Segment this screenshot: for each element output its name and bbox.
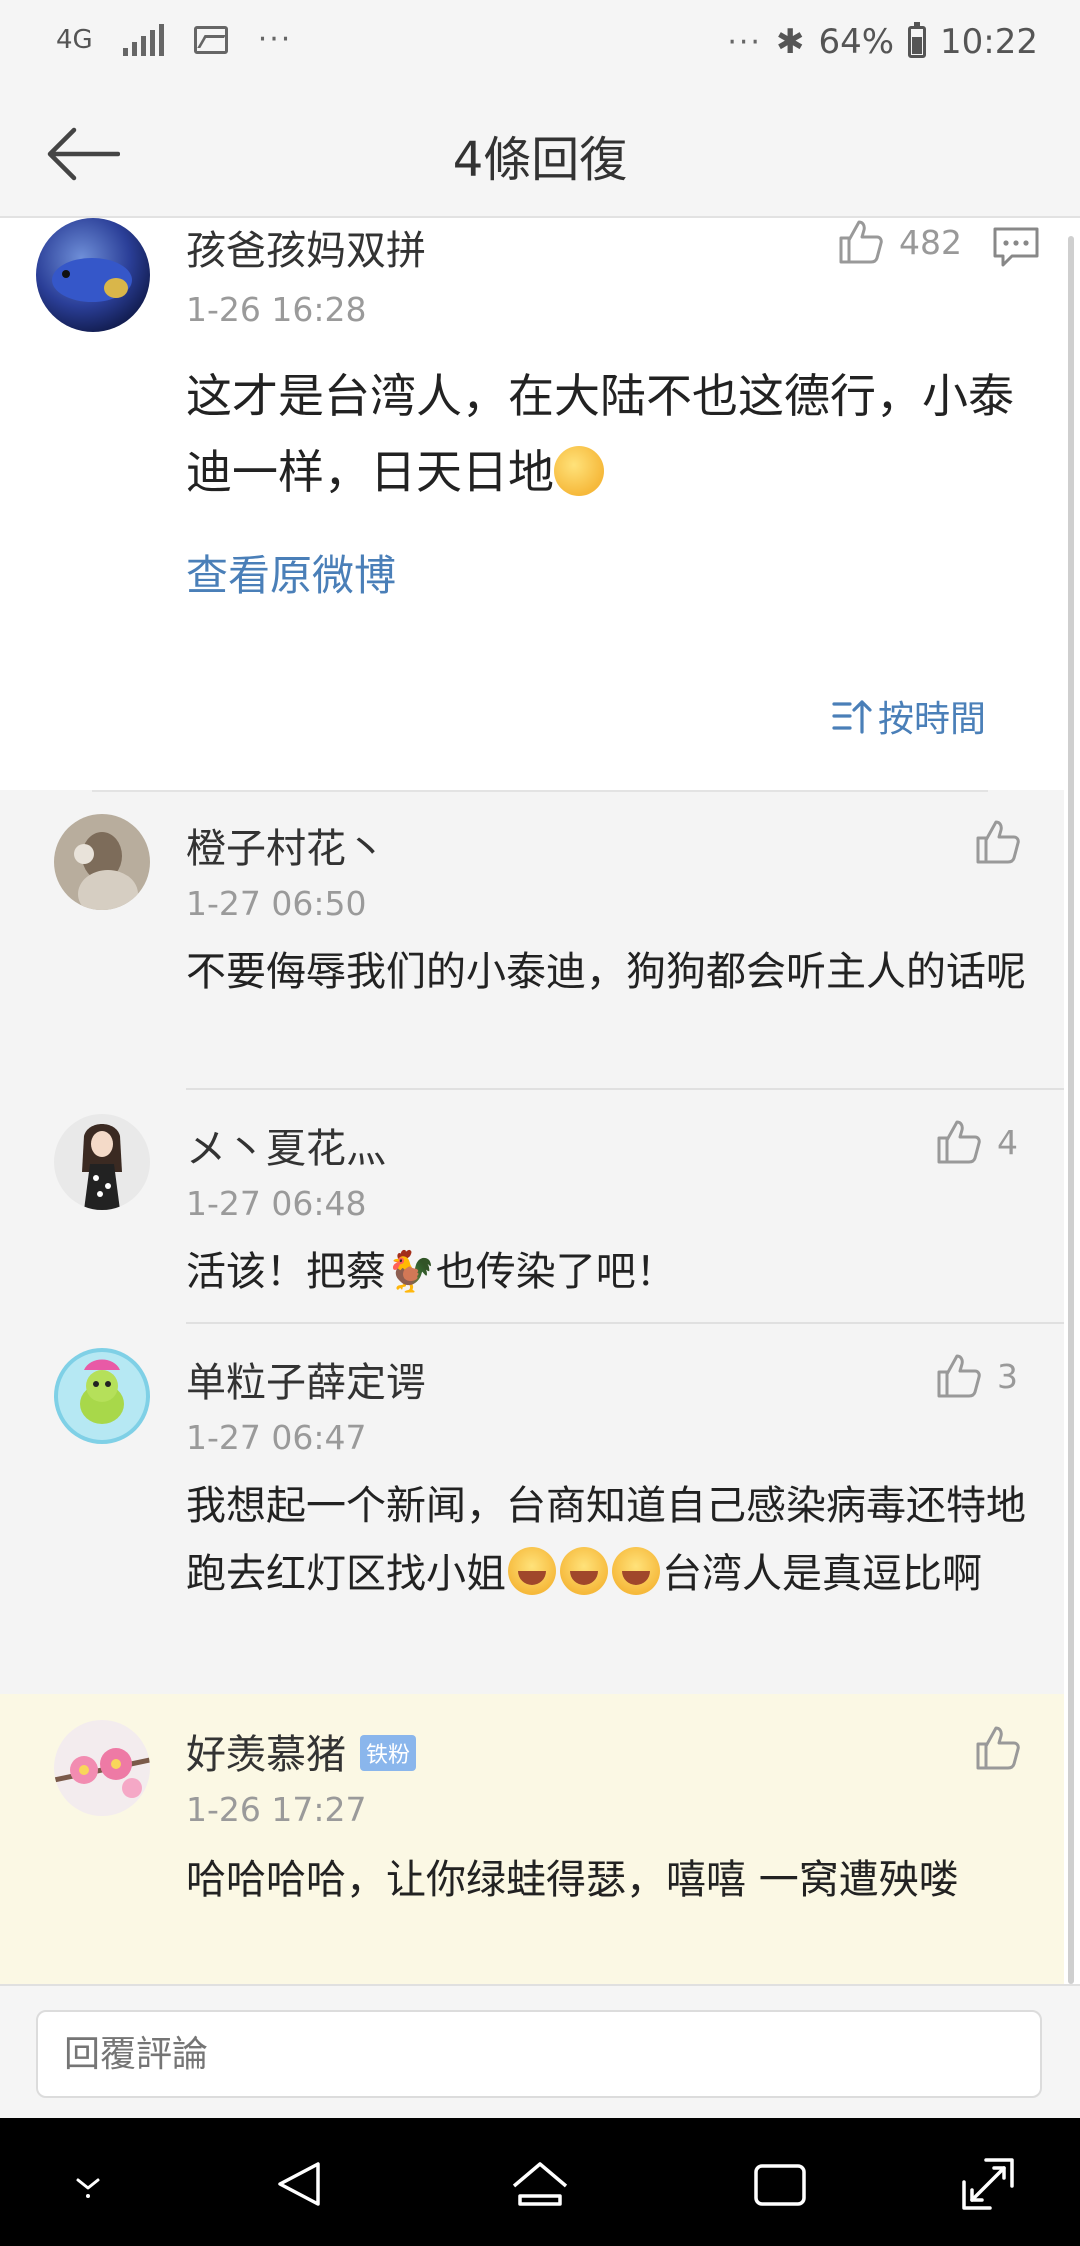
reply-text: 活该！把蔡🐓也传染了吧！ — [186, 1238, 1036, 1306]
battery-percent: 64% — [818, 22, 895, 62]
avatar-image — [54, 814, 150, 910]
like-button[interactable]: 482 — [837, 218, 962, 266]
reply-time: 1-27 06:50 — [186, 884, 367, 923]
avatar-image — [54, 1720, 150, 1816]
avatar[interactable] — [54, 814, 150, 910]
laugh-cry-emoji — [508, 1547, 556, 1595]
reply-text: 不要侮辱我们的小泰迪，狗狗都会听主人的话呢 — [186, 949, 1026, 995]
avatar[interactable] — [54, 1348, 150, 1444]
avatar-image — [54, 1114, 150, 1210]
list-item: 好羡慕猪 铁粉 1-26 17:27 哈哈哈哈，让你绿蛙得瑟，嘻嘻 一窝遭殃喽 — [0, 1694, 1064, 1984]
nav-header: 4條回復 — [0, 90, 1080, 218]
more-status: ··· — [727, 24, 762, 60]
comment-text: 这才是台湾人，在大陆不也这德行，小泰迪一样，日天日地 — [186, 358, 1016, 510]
avatar-image — [54, 1348, 150, 1444]
signal-icon — [122, 23, 164, 56]
like-count: 482 — [899, 222, 962, 262]
avatar[interactable] — [54, 1720, 150, 1816]
status-bar: 4G ··· ··· ✱ 64% 10:22 — [0, 0, 1080, 90]
thumbs-up-icon — [976, 820, 1020, 864]
thumbs-up-icon — [839, 220, 883, 264]
home-nav-icon[interactable] — [508, 2152, 572, 2216]
reply-text: 我想起一个新闻，台商知道自己感染病毒还特地跑去红灯区找小姐 台湾人是真逗比啊 — [186, 1472, 1036, 1608]
like-button[interactable]: 3 — [935, 1352, 1018, 1400]
giggle-emoji — [554, 446, 604, 496]
fan-badge: 铁粉 — [360, 1735, 417, 1771]
status-left: 4G ··· — [56, 22, 292, 57]
hide-keyboard-icon[interactable] — [56, 2152, 120, 2216]
status-right: ··· ✱ 64% 10:22 — [727, 22, 1038, 62]
network-type: 4G — [56, 24, 93, 55]
sort-label: 按時間 — [877, 699, 986, 740]
reply-time: 1-27 06:47 — [186, 1418, 367, 1457]
sort-icon — [832, 700, 872, 734]
system-navigation-bar — [0, 2118, 1080, 2246]
avatar-image — [36, 218, 150, 332]
reply-input[interactable] — [36, 2010, 1042, 2098]
reply-username[interactable]: メ丶夏花灬 — [186, 1116, 386, 1174]
list-item: 橙子村花丶 1-27 06:50 不要侮辱我们的小泰迪，狗狗都会听主人的话呢 — [0, 790, 1064, 1090]
list-item: 单粒子薛定谔 1-27 06:47 3 我想起一个新闻，台商知道自己感染病毒还特… — [0, 1324, 1064, 1684]
laugh-cry-emoji — [612, 1547, 660, 1595]
reply-time: 1-27 06:48 — [186, 1184, 367, 1223]
avatar[interactable] — [54, 1114, 150, 1210]
chicken-emoji: 🐓 — [386, 1249, 436, 1295]
reply-username[interactable]: 单粒子薛定谔 — [186, 1350, 426, 1408]
thumbs-up-icon — [937, 1354, 981, 1398]
reply-input-bar — [0, 1984, 1080, 2118]
list-item: メ丶夏花灬 1-27 06:48 4 活该！把蔡🐓也传染了吧！ — [0, 1090, 1064, 1324]
image-icon — [193, 25, 228, 54]
battery-icon — [908, 22, 927, 58]
comment-icon[interactable] — [992, 226, 1040, 268]
page-title: 4條回復 — [452, 132, 628, 188]
reply-text-after: 台湾人是真逗比啊 — [662, 1551, 982, 1597]
view-original-link[interactable]: 查看原微博 — [186, 542, 396, 603]
reply-time: 1-26 17:27 — [186, 1790, 367, 1829]
like-button[interactable] — [974, 818, 1022, 866]
like-button[interactable] — [974, 1724, 1022, 1772]
comment-username[interactable]: 孩爸孩妈双拼 — [186, 218, 426, 276]
reply-text-before: 活该！把蔡 — [186, 1249, 386, 1295]
clock: 10:22 — [940, 22, 1038, 62]
like-count: 3 — [997, 1356, 1018, 1396]
reply-text-after: 也传染了吧！ — [435, 1249, 676, 1295]
more-notifications: ··· — [257, 22, 293, 57]
comment-time: 1-26 16:28 — [186, 290, 367, 329]
reply-username[interactable]: 橙子村花丶 — [186, 816, 386, 874]
scrollbar[interactable] — [1068, 236, 1074, 1984]
reply-username-text: 好羡慕猪 — [186, 1732, 346, 1778]
back-nav-icon[interactable] — [268, 2152, 332, 2216]
sort-by-time-button[interactable]: 按時間 — [832, 690, 986, 742]
laugh-cry-emoji — [560, 1547, 608, 1595]
reply-username[interactable]: 好羡慕猪 铁粉 — [186, 1722, 417, 1780]
recent-apps-icon[interactable] — [748, 2152, 812, 2216]
expand-screen-icon[interactable] — [956, 2152, 1020, 2216]
bluetooth-icon: ✱ — [775, 22, 805, 62]
thumbs-up-icon — [976, 1726, 1020, 1770]
avatar[interactable] — [36, 218, 150, 332]
like-button[interactable]: 4 — [935, 1118, 1018, 1166]
reply-text: 哈哈哈哈，让你绿蛙得瑟，嘻嘻 一窝遭殃喽 — [186, 1857, 959, 1903]
main-comment: 孩爸孩妈双拼 1-26 16:28 482 这才是台湾人，在大陆不也这德行，小泰… — [0, 218, 1064, 790]
reply-list: 橙子村花丶 1-27 06:50 不要侮辱我们的小泰迪，狗狗都会听主人的话呢 メ… — [0, 790, 1064, 1984]
like-count: 4 — [997, 1122, 1018, 1162]
thumbs-up-icon — [937, 1120, 981, 1164]
